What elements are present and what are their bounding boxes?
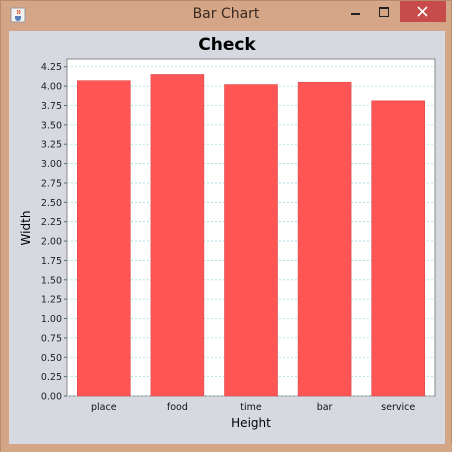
bar-chart: Check 0.00 0.25 0.50 0.75 1.00 1.25 1.50 1.75 2.…: [19, 35, 436, 430]
bar-service: [371, 100, 425, 397]
y-tick-label: 1.75: [41, 256, 62, 267]
maximize-button[interactable]: [369, 1, 397, 22]
x-tick-label: time: [240, 402, 262, 413]
y-tick-label: 2.00: [41, 237, 62, 248]
y-tick-label: 2.50: [41, 198, 62, 209]
x-tick-label: bar: [317, 402, 333, 413]
y-tick-label: 1.00: [41, 314, 62, 325]
minimize-button[interactable]: [341, 1, 369, 22]
y-tick-label: 3.00: [41, 159, 62, 170]
x-tick-label: service: [381, 402, 415, 413]
x-tick-label: place: [91, 402, 117, 413]
app-window: Bar Chart Check 0.00 0.25 0.50 0.75 1.00 1.25…: [0, 0, 452, 452]
y-axis-ticks: 0.00 0.25 0.50 0.75 1.00 1.25 1.50 1.75 2.00 2.25…: [41, 62, 67, 403]
x-axis-ticks: place food time bar service: [91, 402, 415, 413]
y-tick-label: 2.75: [41, 178, 62, 189]
bars: [77, 74, 425, 397]
y-tick-label: 4.25: [41, 62, 62, 73]
bar-time: [224, 84, 278, 397]
y-tick-label: 0.25: [41, 372, 62, 383]
y-tick-label: 3.25: [41, 140, 62, 151]
close-button[interactable]: [400, 1, 446, 22]
chart-title: Check: [198, 35, 256, 55]
y-tick-label: 0.75: [41, 333, 62, 344]
close-icon: [417, 6, 428, 17]
maximize-icon: [379, 7, 389, 17]
y-tick-label: 1.50: [41, 275, 62, 286]
y-tick-label: 4.00: [41, 82, 62, 93]
y-tick-label: 1.25: [41, 295, 62, 306]
bar-bar: [297, 81, 352, 397]
plot-area: 0.00 0.25 0.50 0.75 1.00 1.25 1.50 1.75 2.00 2.25…: [41, 58, 436, 413]
x-axis-label: Height: [231, 416, 271, 430]
y-tick-label: 0.50: [41, 353, 62, 364]
y-tick-label: 0.00: [41, 392, 62, 403]
y-tick-label: 3.50: [41, 120, 62, 131]
bar-place: [77, 80, 131, 397]
title-bar[interactable]: Bar Chart: [1, 1, 451, 31]
y-tick-label: 2.25: [41, 217, 62, 228]
y-tick-label: 3.75: [41, 101, 62, 112]
minimize-icon: [351, 13, 360, 15]
chart-panel: Check 0.00 0.25 0.50 0.75 1.00 1.25 1.50 1.75 2.…: [9, 31, 445, 444]
bar-food: [150, 74, 205, 397]
x-tick-label: food: [167, 402, 188, 413]
y-axis-label: Width: [19, 211, 33, 246]
